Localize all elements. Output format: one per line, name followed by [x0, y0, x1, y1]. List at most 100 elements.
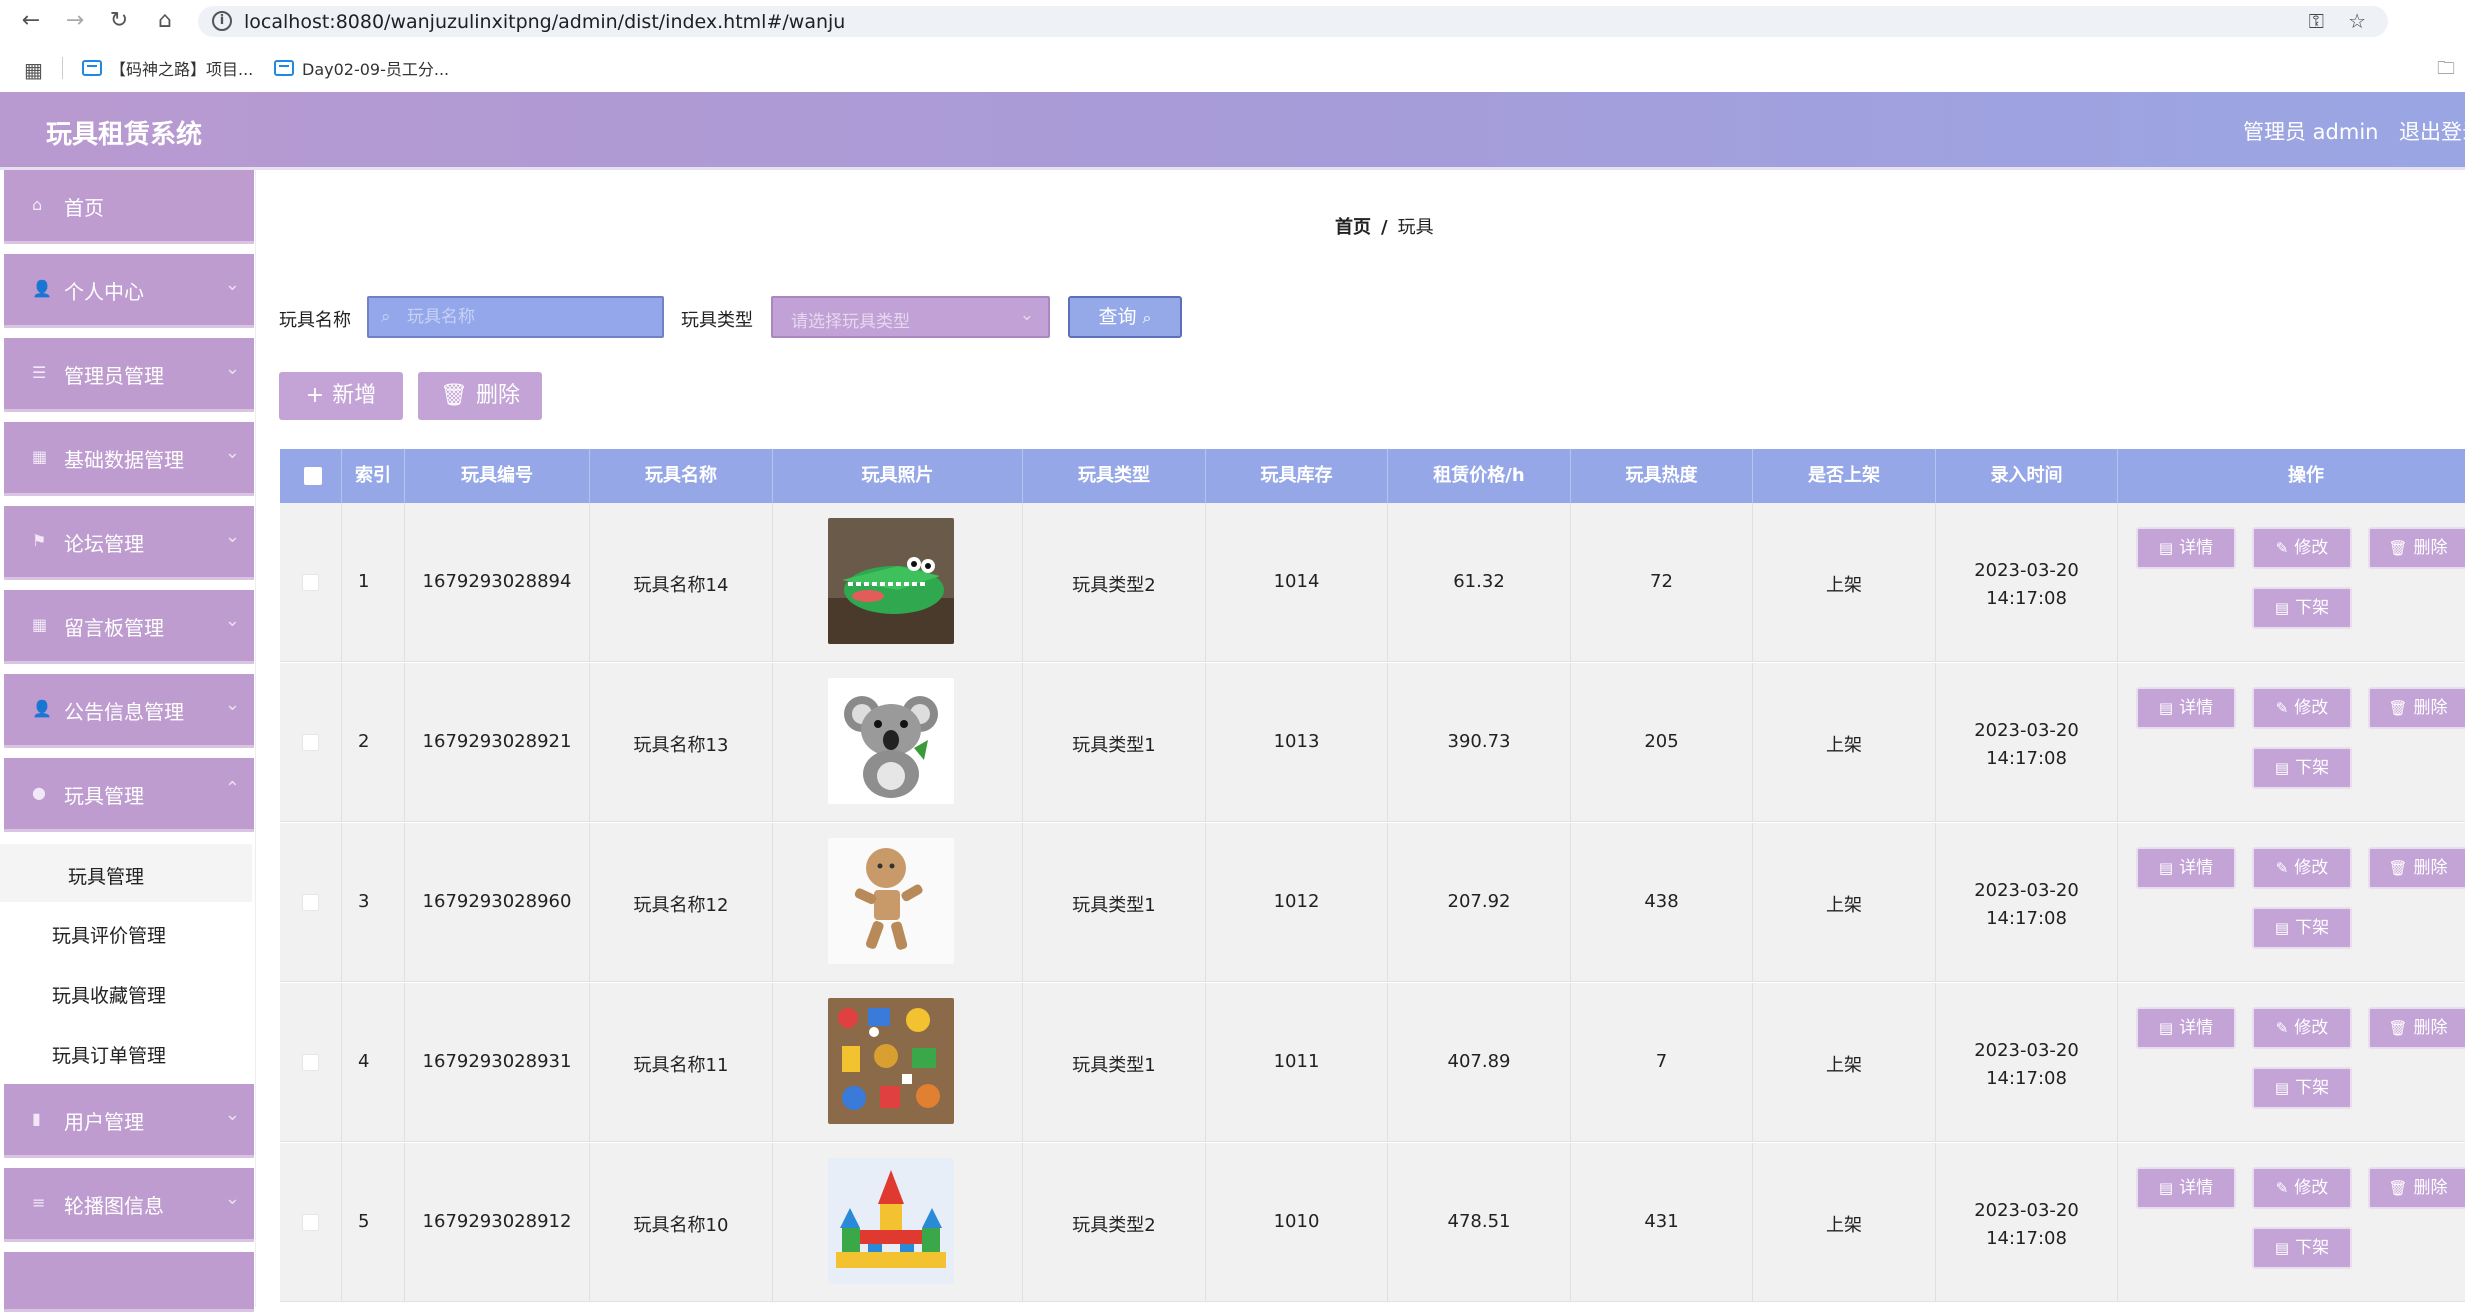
offshelf-button[interactable]: ▤ 下架 [2252, 1067, 2352, 1109]
edit-button[interactable]: ✎ 修改 [2252, 847, 2352, 889]
sidebar-item-basic-data[interactable]: ▦ 基础数据管理 ⌄ [4, 422, 254, 496]
sidebar-item-message-board[interactable]: ▦ 留言板管理 ⌄ [4, 590, 254, 664]
sidebar-item-label: 个人中心 [64, 280, 144, 304]
chevron-down-icon: ⌄ [224, 610, 240, 631]
delete-row-button[interactable]: 🗑 删除 [2368, 1167, 2465, 1209]
toy-name-input[interactable] [407, 304, 647, 330]
detail-button[interactable]: ▤ 详情 [2136, 1007, 2236, 1049]
breadcrumb-home[interactable]: 首页 [1335, 217, 1371, 238]
detail-button[interactable]: ▤ 详情 [2136, 847, 2236, 889]
home-icon[interactable]: ⌂ [150, 8, 180, 34]
delete-row-button[interactable]: 🗑 删除 [2368, 527, 2465, 569]
toy-photo-building-blocks-castle[interactable] [828, 1158, 954, 1284]
chevron-down-icon: ⌄ [1019, 305, 1034, 325]
add-button[interactable]: + 新增 [279, 372, 403, 420]
offshelf-button[interactable]: ▤ 下架 [2252, 1227, 2352, 1269]
row-checkbox[interactable] [302, 1214, 319, 1231]
column-header: 租赁价格/h [1388, 449, 1571, 503]
reload-icon[interactable]: ↻ [104, 8, 134, 34]
table-header: 索引 玩具编号 玩具名称 玩具照片 玩具类型 玩具库存 租赁价格/h 玩具热度 … [280, 449, 2465, 503]
add-label: 新增 [332, 383, 377, 408]
folder-icon[interactable]: 🗀 [2437, 56, 2455, 86]
edit-button[interactable]: ✎ 修改 [2252, 1007, 2352, 1049]
row-checkbox[interactable] [302, 574, 319, 591]
chevron-down-icon: ⌄ [224, 1188, 240, 1209]
row-checkbox[interactable] [302, 734, 319, 751]
user-icon: 👤 [32, 699, 52, 718]
delete-row-button[interactable]: 🗑 删除 [2368, 1007, 2465, 1049]
sidebar-item-profile[interactable]: 👤 个人中心 ⌄ [4, 254, 254, 328]
detail-label: 详情 [2179, 1178, 2214, 1198]
detail-button[interactable]: ▤ 详情 [2136, 527, 2236, 569]
breadcrumb-separator: / [1381, 217, 1388, 238]
toy-name-search-field[interactable]: ⌕ [367, 296, 664, 338]
sidebar-item-announcement[interactable]: 👤 公告信息管理 ⌄ [4, 674, 254, 748]
delete-button[interactable]: 🗑 删除 [418, 372, 542, 420]
edit-button[interactable]: ✎ 修改 [2252, 527, 2352, 569]
delete-label: 删除 [475, 383, 520, 408]
chevron-down-icon: ⌄ [224, 358, 240, 379]
back-arrow-icon[interactable]: ← [16, 8, 46, 34]
sidebar-item[interactable] [4, 1252, 254, 1312]
delete-row-button[interactable]: 🗑 删除 [2368, 687, 2465, 729]
menu-icon: ≡ [32, 1193, 46, 1212]
sidebar-item-toys[interactable]: ● 玩具管理 ⌃ [4, 758, 254, 832]
bookmark-item[interactable]: 【码神之路】项目... [82, 56, 253, 80]
info-icon[interactable]: i [212, 11, 232, 31]
delete-row-button[interactable]: 🗑 删除 [2368, 847, 2465, 889]
delete-label: 删除 [2413, 858, 2448, 878]
index-cell: 4 [342, 983, 405, 1142]
sidebar-item-admin[interactable]: ☰ 管理员管理 ⌄ [4, 338, 254, 412]
photo-cell [773, 503, 1023, 662]
query-button[interactable]: 查询 ⌕ [1068, 296, 1182, 338]
breadcrumb-current: 玩具 [1397, 217, 1434, 238]
trash-icon: 🗑 [2388, 1019, 2408, 1037]
sidebar-item-carousel[interactable]: ≡ 轮播图信息 ⌄ [4, 1168, 254, 1242]
url-text[interactable]: localhost:8080/wanjuzulinxitpng/admin/di… [244, 11, 845, 33]
heat-value: 72 [1650, 571, 1673, 592]
toy-photo-koala-plush-toy[interactable] [828, 678, 954, 804]
chevron-down-icon: ⌄ [224, 694, 240, 715]
sidebar-item-users[interactable]: ▮ 用户管理 ⌄ [4, 1084, 254, 1158]
document-icon: ▤ [2158, 1179, 2174, 1197]
code-cell: 1679293028931 [405, 983, 590, 1142]
type-value: 玩具类型2 [1072, 575, 1156, 596]
pencil-icon: ✎ [2275, 1019, 2289, 1037]
detail-button[interactable]: ▤ 详情 [2136, 687, 2236, 729]
sidebar-item-home[interactable]: ⌂ 首页 [4, 170, 254, 244]
search-icon: ⌕ [1142, 308, 1152, 327]
toy-photo-assorted-toys[interactable] [828, 998, 954, 1124]
offshelf-button[interactable]: ▤ 下架 [2252, 747, 2352, 789]
offshelf-button[interactable]: ▤ 下架 [2252, 907, 2352, 949]
toy-photo-green-crocodile-toy[interactable] [828, 518, 954, 644]
trash-icon: 🗑 [2388, 539, 2408, 557]
key-icon[interactable]: ⚿ [2309, 9, 2324, 33]
logout-link[interactable]: 退出登录 [2399, 116, 2465, 146]
edit-button[interactable]: ✎ 修改 [2252, 687, 2352, 729]
toy-photo-wooden-figure-toy[interactable] [828, 838, 954, 964]
address-bar[interactable]: i localhost:8080/wanjuzulinxitpng/admin/… [198, 6, 2388, 37]
row-checkbox[interactable] [302, 894, 319, 911]
detail-button[interactable]: ▤ 详情 [2136, 1167, 2236, 1209]
toy-type-select[interactable]: 请选择玩具类型 ⌄ [771, 296, 1050, 338]
sidebar-item-label: 首页 [64, 196, 104, 220]
offshelf-button[interactable]: ▤ 下架 [2252, 587, 2352, 629]
sidebar-subitem-toy-orders[interactable]: 玩具订单管理 [0, 1023, 252, 1081]
select-cell [280, 503, 342, 662]
table-row: 4 1679293028931 玩具名称11 玩具类型1 1011 407.89… [280, 983, 2465, 1142]
index-value: 5 [358, 1211, 370, 1232]
sidebar-item-forum[interactable]: ⚑ 论坛管理 ⌄ [4, 506, 254, 580]
sidebar-subitem-toy-review[interactable]: 玩具评价管理 [0, 903, 252, 961]
star-icon[interactable]: ☆ [2348, 9, 2366, 33]
sidebar-subitem-toy-management[interactable]: 玩具管理 [0, 844, 252, 902]
sidebar-subitem-toy-favorites[interactable]: 玩具收藏管理 [0, 963, 252, 1021]
apps-grid-icon[interactable]: ▦ [24, 58, 43, 82]
select-all-checkbox[interactable] [304, 467, 322, 485]
forward-arrow-icon[interactable]: → [60, 8, 90, 34]
row-checkbox[interactable] [302, 1054, 319, 1071]
shelf-value: 上架 [1826, 1055, 1862, 1076]
heat-cell: 205 [1571, 663, 1753, 822]
edit-button[interactable]: ✎ 修改 [2252, 1167, 2352, 1209]
column-header: 玩具编号 [405, 449, 590, 503]
bookmark-item[interactable]: Day02-09-员工分... [274, 56, 449, 80]
